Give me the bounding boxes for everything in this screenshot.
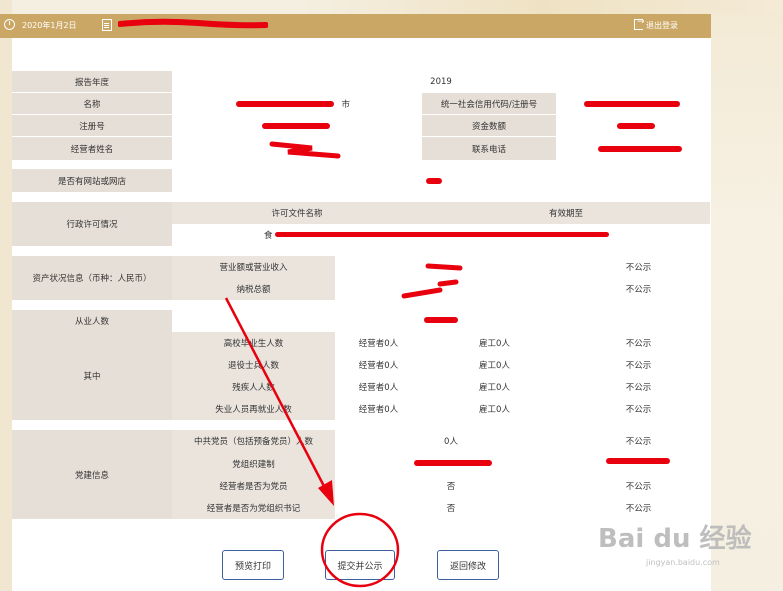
- party-row-value: 否: [335, 475, 567, 497]
- operator-label: 经营者姓名: [12, 137, 172, 160]
- party-row: 经营者是否为党员 否 不公示: [12, 475, 710, 497]
- redacted-website: [426, 178, 442, 184]
- row-license-header: 许可文件名称 有效期至: [12, 202, 710, 224]
- employee-row-operator: 经营者0人: [335, 332, 422, 354]
- employee-row-label: 残疾人人数: [172, 376, 335, 398]
- employee-row-public: 不公示: [567, 398, 710, 420]
- tax-public: 不公示: [567, 278, 710, 300]
- employee-row-label: 失业人员再就业人数: [172, 398, 335, 420]
- redacted-phone: [598, 146, 682, 152]
- redacted-employees: [424, 317, 458, 323]
- name-label: 名称: [12, 93, 172, 114]
- baidu-watermark: Bai du 经验: [598, 524, 752, 554]
- baidu-watermark-url: jingyan.baidu.com: [646, 558, 720, 567]
- employee-row-operator: 经营者0人: [335, 398, 422, 420]
- party-row-value: 0人: [335, 430, 567, 452]
- party-row-label: 中共党员（包括预备党员）人数: [172, 430, 335, 452]
- party-row-label: 经营者是否为党员: [172, 475, 335, 497]
- reg-no-label: 注册号: [12, 115, 172, 136]
- party-row-label: 经营者是否为党组织书记: [172, 497, 335, 519]
- clock-icon: [4, 19, 15, 30]
- redacted-party-public: [606, 458, 670, 464]
- license-col-name: 许可文件名称: [172, 202, 422, 224]
- left-background: [0, 0, 12, 591]
- phone-label: 联系电话: [422, 137, 556, 160]
- document-icon: [102, 19, 112, 31]
- redacted-party-org: [414, 460, 492, 466]
- employee-row-operator: 经营者0人: [335, 376, 422, 398]
- operator-value: [172, 137, 422, 160]
- employee-row: 退役士兵人数 经营者0人 雇工0人 不公示: [12, 354, 710, 376]
- redacted-user-name: [118, 18, 268, 29]
- report-year-label: 报告年度: [12, 71, 172, 92]
- current-date: 2020年1月2日: [22, 21, 77, 30]
- preview-print-button[interactable]: 预览打印: [222, 550, 284, 580]
- logout-icon[interactable]: [634, 17, 645, 30]
- employee-row-public: 不公示: [567, 332, 710, 354]
- redacted-reg-no: [262, 123, 330, 129]
- employee-row-staff: 雇工0人: [422, 354, 567, 376]
- redacted-name: [236, 101, 334, 107]
- employee-row-label: 高校毕业生人数: [172, 332, 335, 354]
- party-row-public: 不公示: [567, 475, 710, 497]
- row-revenue: 营业额或营业收入 不公示: [12, 256, 710, 278]
- party-row: 中共党员（包括预备党员）人数 0人 不公示: [12, 430, 710, 452]
- right-background: [711, 0, 783, 591]
- party-row-label: 党组织建制: [172, 452, 335, 475]
- back-edit-button[interactable]: 返回修改: [437, 550, 499, 580]
- revenue-public: 不公示: [567, 256, 710, 278]
- report-year-value: 2019: [172, 71, 710, 92]
- employee-row-label: 退役士兵人数: [172, 354, 335, 376]
- tax-label: 纳税总额: [172, 278, 335, 300]
- employee-row: 失业人员再就业人数 经营者0人 雇工0人 不公示: [12, 398, 710, 420]
- employee-row-operator: 经营者0人: [335, 354, 422, 376]
- logout-link[interactable]: 退出登录: [646, 20, 678, 31]
- redacted-license: [275, 232, 609, 237]
- row-report-year: 报告年度 2019: [12, 71, 710, 92]
- license-col-expiry: 有效期至: [422, 202, 710, 224]
- redacted-credit-code: [584, 101, 680, 107]
- employee-row-public: 不公示: [567, 354, 710, 376]
- submit-publish-button[interactable]: 提交并公示: [325, 550, 395, 580]
- row-tax: 纳税总额 不公示: [12, 278, 710, 300]
- employee-row-public: 不公示: [567, 376, 710, 398]
- employee-row-staff: 雇工0人: [422, 332, 567, 354]
- row-employees: 从业人数: [12, 310, 710, 332]
- party-row: 党组织建制: [12, 452, 710, 475]
- top-bar: 2020年1月2日 退出登录: [0, 14, 711, 38]
- revenue-label: 营业额或营业收入: [172, 256, 335, 278]
- capital-label: 资金数额: [422, 115, 556, 136]
- employee-row: 残疾人人数 经营者0人 雇工0人 不公示: [12, 376, 710, 398]
- credit-code-label: 统一社会信用代码/注册号: [422, 93, 556, 114]
- party-row-value: 否: [335, 497, 567, 519]
- row-website: 是否有网站或网店: [12, 169, 710, 192]
- employees-label: 从业人数: [12, 310, 172, 332]
- party-row-public: 不公示: [567, 497, 710, 519]
- revenue-value: [335, 256, 567, 278]
- tax-value: [335, 278, 567, 300]
- top-ornament: [300, 0, 783, 14]
- redacted-capital: [617, 123, 655, 129]
- employee-row-staff: 雇工0人: [422, 376, 567, 398]
- party-row: 经营者是否为党组织书记 否 不公示: [12, 497, 710, 519]
- employee-row: 高校毕业生人数 经营者0人 雇工0人 不公示: [12, 332, 710, 354]
- party-row-public: 不公示: [567, 430, 710, 452]
- row-reg-no: 注册号 资金数额: [12, 115, 710, 136]
- employee-row-staff: 雇工0人: [422, 398, 567, 420]
- website-label: 是否有网站或网店: [12, 169, 172, 192]
